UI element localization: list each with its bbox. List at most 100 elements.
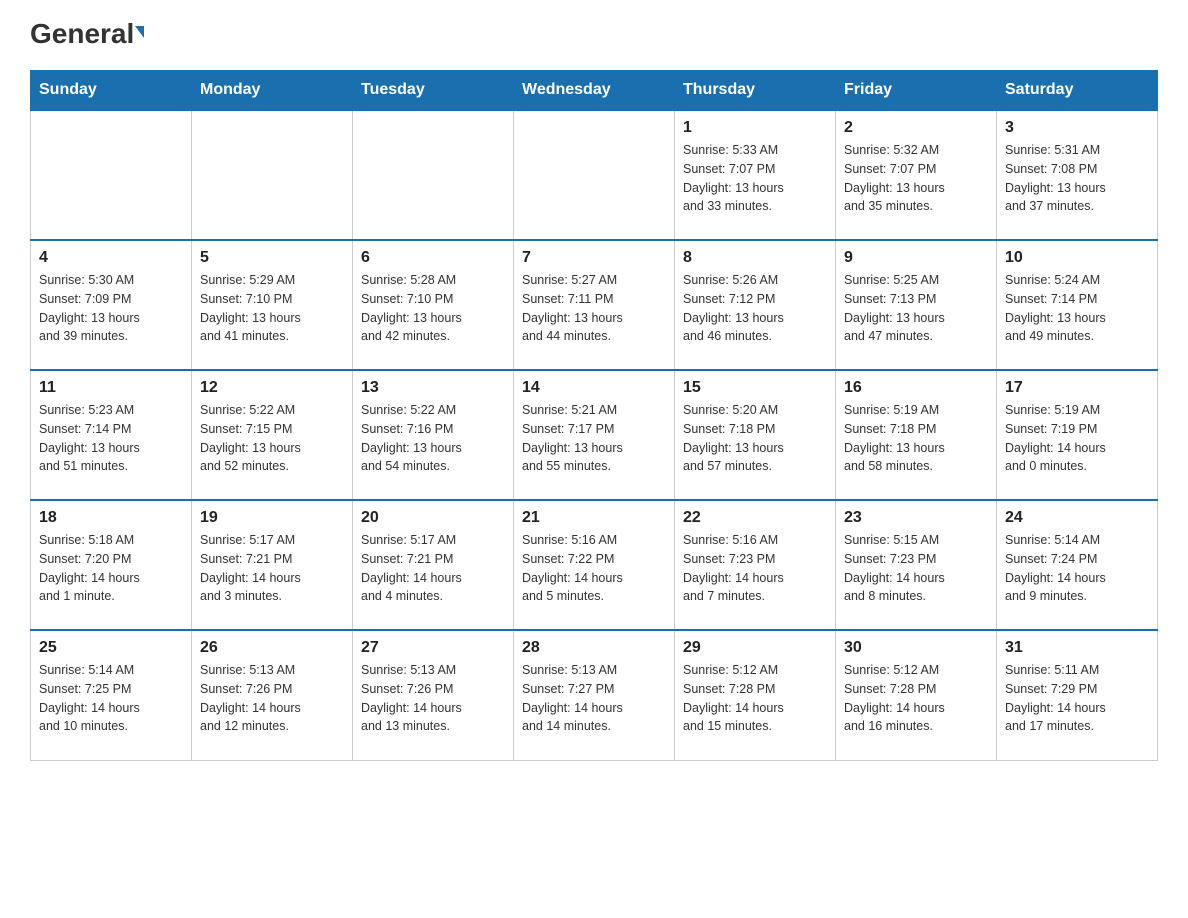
day-number: 20 — [361, 509, 505, 527]
calendar-cell: 17Sunrise: 5:19 AM Sunset: 7:19 PM Dayli… — [997, 370, 1158, 500]
day-info: Sunrise: 5:13 AM Sunset: 7:27 PM Dayligh… — [522, 661, 666, 736]
day-number: 11 — [39, 379, 183, 397]
day-info: Sunrise: 5:22 AM Sunset: 7:15 PM Dayligh… — [200, 401, 344, 476]
day-number: 26 — [200, 639, 344, 657]
column-header-tuesday: Tuesday — [353, 71, 514, 111]
day-info: Sunrise: 5:15 AM Sunset: 7:23 PM Dayligh… — [844, 531, 988, 606]
day-number: 15 — [683, 379, 827, 397]
day-info: Sunrise: 5:29 AM Sunset: 7:10 PM Dayligh… — [200, 271, 344, 346]
day-info: Sunrise: 5:17 AM Sunset: 7:21 PM Dayligh… — [361, 531, 505, 606]
calendar-week-row: 25 Sunrise: 5:14 AM Sunset: 7:25 PM Dayli… — [31, 630, 1158, 760]
day-number: 9 — [844, 249, 988, 267]
day-info: Sunrise: 5:16 AM Sunset: 7:23 PM Dayligh… — [683, 531, 827, 606]
day-number: 5 — [200, 249, 344, 267]
day-info: Sunrise: 5:33 AM Sunset: 7:07 PM Dayligh… — [683, 141, 827, 216]
day-number: 19 — [200, 509, 344, 527]
calendar-cell: 30Sunrise: 5:12 AM Sunset: 7:28 PM Dayli… — [836, 630, 997, 760]
column-header-wednesday: Wednesday — [514, 71, 675, 111]
day-info: Sunrise: 5:11 AM Sunset: 7:29 PM Dayligh… — [1005, 661, 1149, 736]
calendar-cell — [514, 110, 675, 240]
calendar-cell: 19 Sunrise: 5:17 AM Sunset: 7:21 PM Dayli… — [192, 500, 353, 630]
day-info: Sunrise: 5:32 AM Sunset: 7:07 PM Dayligh… — [844, 141, 988, 216]
calendar-cell: 29 Sunrise: 5:12 AM Sunset: 7:28 PM Dayli… — [675, 630, 836, 760]
day-number: 10 — [1005, 249, 1149, 267]
calendar-cell: 5 Sunrise: 5:29 AM Sunset: 7:10 PM Daylig… — [192, 240, 353, 370]
calendar-cell: 16Sunrise: 5:19 AM Sunset: 7:18 PM Dayli… — [836, 370, 997, 500]
day-number: 23 — [844, 509, 988, 527]
day-info: Sunrise: 5:18 AM Sunset: 7:20 PM Dayligh… — [39, 531, 183, 606]
logo: General — [30, 20, 144, 50]
column-header-thursday: Thursday — [675, 71, 836, 111]
day-info: Sunrise: 5:31 AM Sunset: 7:08 PM Dayligh… — [1005, 141, 1149, 216]
column-header-sunday: Sunday — [31, 71, 192, 111]
day-number: 1 — [683, 119, 827, 137]
day-number: 4 — [39, 249, 183, 267]
calendar-cell — [353, 110, 514, 240]
day-info: Sunrise: 5:30 AM Sunset: 7:09 PM Dayligh… — [39, 271, 183, 346]
day-info: Sunrise: 5:22 AM Sunset: 7:16 PM Dayligh… — [361, 401, 505, 476]
day-info: Sunrise: 5:19 AM Sunset: 7:19 PM Dayligh… — [1005, 401, 1149, 476]
calendar-week-row: 4 Sunrise: 5:30 AM Sunset: 7:09 PM Daylig… — [31, 240, 1158, 370]
calendar-cell: 23 Sunrise: 5:15 AM Sunset: 7:23 PM Dayli… — [836, 500, 997, 630]
day-info: Sunrise: 5:21 AM Sunset: 7:17 PM Dayligh… — [522, 401, 666, 476]
day-number: 14 — [522, 379, 666, 397]
calendar-week-row: 18 Sunrise: 5:18 AM Sunset: 7:20 PM Dayli… — [31, 500, 1158, 630]
day-number: 2 — [844, 119, 988, 137]
page-header: General — [30, 20, 1158, 50]
calendar-cell: 8 Sunrise: 5:26 AM Sunset: 7:12 PM Daylig… — [675, 240, 836, 370]
logo-arrow-icon — [135, 26, 144, 38]
calendar-cell: 20 Sunrise: 5:17 AM Sunset: 7:21 PM Dayli… — [353, 500, 514, 630]
calendar-cell — [31, 110, 192, 240]
day-info: Sunrise: 5:14 AM Sunset: 7:24 PM Dayligh… — [1005, 531, 1149, 606]
calendar-cell: 22 Sunrise: 5:16 AM Sunset: 7:23 PM Dayli… — [675, 500, 836, 630]
day-number: 29 — [683, 639, 827, 657]
day-info: Sunrise: 5:13 AM Sunset: 7:26 PM Dayligh… — [361, 661, 505, 736]
calendar-cell: 12 Sunrise: 5:22 AM Sunset: 7:15 PM Dayli… — [192, 370, 353, 500]
day-info: Sunrise: 5:14 AM Sunset: 7:25 PM Dayligh… — [39, 661, 183, 736]
calendar-cell: 28 Sunrise: 5:13 AM Sunset: 7:27 PM Dayli… — [514, 630, 675, 760]
day-info: Sunrise: 5:23 AM Sunset: 7:14 PM Dayligh… — [39, 401, 183, 476]
calendar-cell: 14 Sunrise: 5:21 AM Sunset: 7:17 PM Dayli… — [514, 370, 675, 500]
day-info: Sunrise: 5:16 AM Sunset: 7:22 PM Dayligh… — [522, 531, 666, 606]
day-number: 7 — [522, 249, 666, 267]
calendar-cell: 24Sunrise: 5:14 AM Sunset: 7:24 PM Dayli… — [997, 500, 1158, 630]
day-number: 25 — [39, 639, 183, 657]
day-info: Sunrise: 5:25 AM Sunset: 7:13 PM Dayligh… — [844, 271, 988, 346]
day-info: Sunrise: 5:28 AM Sunset: 7:10 PM Dayligh… — [361, 271, 505, 346]
calendar-cell: 2 Sunrise: 5:32 AM Sunset: 7:07 PM Daylig… — [836, 110, 997, 240]
day-number: 18 — [39, 509, 183, 527]
calendar-cell: 10 Sunrise: 5:24 AM Sunset: 7:14 PM Dayli… — [997, 240, 1158, 370]
calendar-cell: 15 Sunrise: 5:20 AM Sunset: 7:18 PM Dayli… — [675, 370, 836, 500]
day-number: 8 — [683, 249, 827, 267]
day-number: 6 — [361, 249, 505, 267]
calendar-header-row: SundayMondayTuesdayWednesdayThursdayFrid… — [31, 71, 1158, 111]
day-info: Sunrise: 5:26 AM Sunset: 7:12 PM Dayligh… — [683, 271, 827, 346]
day-number: 28 — [522, 639, 666, 657]
day-number: 12 — [200, 379, 344, 397]
calendar-cell — [192, 110, 353, 240]
day-info: Sunrise: 5:12 AM Sunset: 7:28 PM Dayligh… — [683, 661, 827, 736]
day-info: Sunrise: 5:24 AM Sunset: 7:14 PM Dayligh… — [1005, 271, 1149, 346]
day-info: Sunrise: 5:17 AM Sunset: 7:21 PM Dayligh… — [200, 531, 344, 606]
calendar-cell: 4 Sunrise: 5:30 AM Sunset: 7:09 PM Daylig… — [31, 240, 192, 370]
calendar-cell: 3 Sunrise: 5:31 AM Sunset: 7:08 PM Daylig… — [997, 110, 1158, 240]
day-info: Sunrise: 5:20 AM Sunset: 7:18 PM Dayligh… — [683, 401, 827, 476]
calendar-cell: 11 Sunrise: 5:23 AM Sunset: 7:14 PM Dayli… — [31, 370, 192, 500]
calendar-cell: 25 Sunrise: 5:14 AM Sunset: 7:25 PM Dayli… — [31, 630, 192, 760]
logo-text: General — [30, 20, 144, 48]
calendar-cell: 21Sunrise: 5:16 AM Sunset: 7:22 PM Dayli… — [514, 500, 675, 630]
day-info: Sunrise: 5:27 AM Sunset: 7:11 PM Dayligh… — [522, 271, 666, 346]
calendar-cell: 31Sunrise: 5:11 AM Sunset: 7:29 PM Dayli… — [997, 630, 1158, 760]
calendar-cell: 27Sunrise: 5:13 AM Sunset: 7:26 PM Dayli… — [353, 630, 514, 760]
calendar-week-row: 1 Sunrise: 5:33 AM Sunset: 7:07 PM Daylig… — [31, 110, 1158, 240]
day-number: 30 — [844, 639, 988, 657]
calendar-week-row: 11 Sunrise: 5:23 AM Sunset: 7:14 PM Dayli… — [31, 370, 1158, 500]
column-header-monday: Monday — [192, 71, 353, 111]
day-number: 16 — [844, 379, 988, 397]
calendar-cell: 9 Sunrise: 5:25 AM Sunset: 7:13 PM Daylig… — [836, 240, 997, 370]
calendar-cell: 26 Sunrise: 5:13 AM Sunset: 7:26 PM Dayli… — [192, 630, 353, 760]
calendar-cell: 7 Sunrise: 5:27 AM Sunset: 7:11 PM Daylig… — [514, 240, 675, 370]
day-number: 3 — [1005, 119, 1149, 137]
day-info: Sunrise: 5:13 AM Sunset: 7:26 PM Dayligh… — [200, 661, 344, 736]
day-number: 22 — [683, 509, 827, 527]
